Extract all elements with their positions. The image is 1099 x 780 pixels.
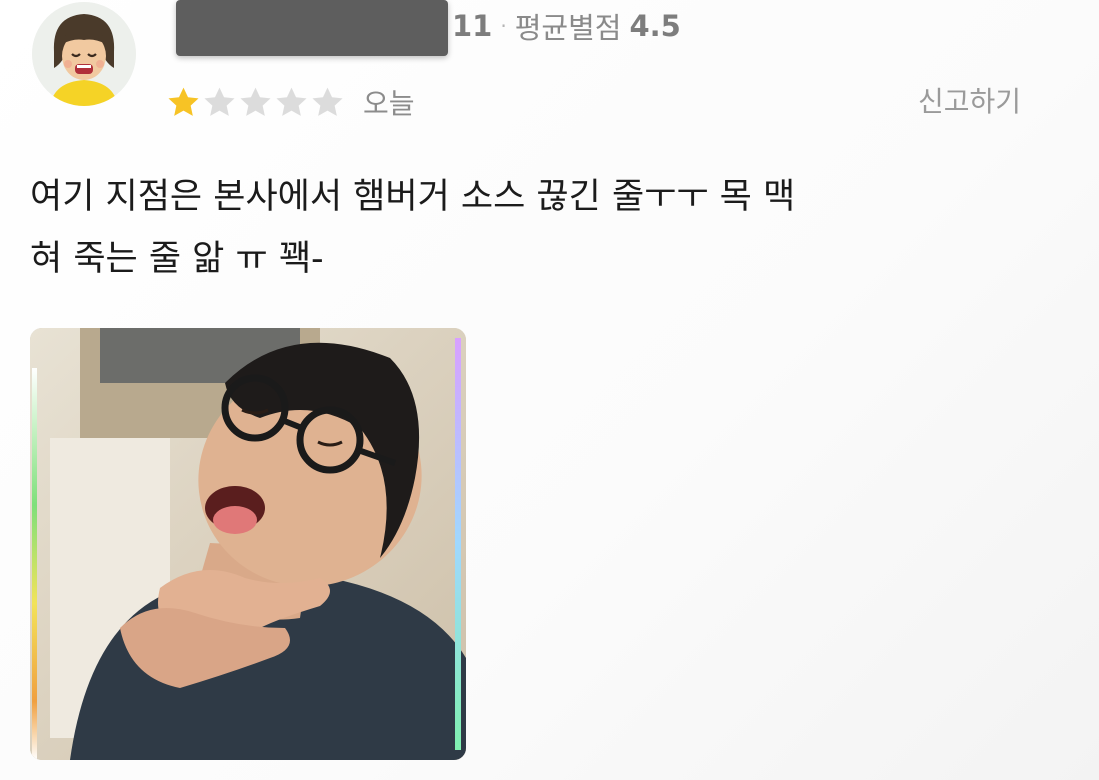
review-card: 11 · 평균별점 4.5 오늘 신고하기 여기 지점은 본사에서 햄버거 소스… [0, 0, 1099, 780]
star-icon [276, 87, 307, 116]
review-text-line: 혀 죽는 줄 앎 ㅠ 꽥- [30, 239, 324, 279]
review-count: 11 [452, 9, 493, 43]
report-button[interactable]: 신고하기 [918, 82, 1021, 122]
reviewer-avatar[interactable] [32, 2, 136, 106]
review-photo[interactable] [30, 328, 466, 760]
review-text: 여기 지점은 본사에서 햄버거 소스 끊긴 줄ㅜㅜ 목 맥 혀 죽는 줄 앎 ㅠ… [30, 166, 1030, 290]
review-photo-image [30, 328, 466, 760]
star-icon [312, 87, 343, 116]
average-rating-label: 평균별점 [514, 11, 622, 45]
meta-separator: · [500, 14, 507, 38]
star-icon [204, 87, 235, 116]
star-icon [240, 87, 271, 116]
reviewer-stats: 11 · 평균별점 4.5 [452, 6, 681, 46]
cartoon-avatar-icon [32, 2, 136, 106]
rating-row: 오늘 [166, 82, 415, 122]
average-rating-value: 4.5 [629, 9, 681, 43]
star-rating [166, 85, 345, 120]
star-icon [168, 87, 199, 116]
review-text-line: 여기 지점은 본사에서 햄버거 소스 끊긴 줄ㅜㅜ 목 맥 [30, 177, 796, 217]
reviewer-name-redacted [176, 0, 448, 56]
review-date: 오늘 [363, 87, 415, 120]
